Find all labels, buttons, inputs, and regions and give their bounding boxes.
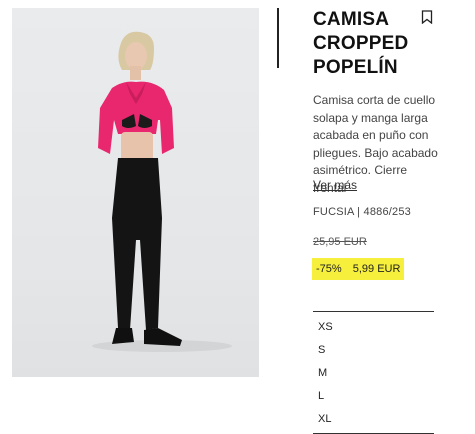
product-title: CAMISA CROPPED POPELÍN <box>313 9 409 78</box>
old-price: 25,95 EUR <box>313 236 367 248</box>
sale-price-badge: -75% 5,99 EUR <box>312 258 405 280</box>
discount-label: -75% <box>316 263 342 275</box>
vertical-divider <box>277 8 279 68</box>
bookmark-icon[interactable] <box>421 10 433 25</box>
current-price: 5,99 EUR <box>352 263 401 275</box>
color-reference: FUCSIA | 4886/253 <box>313 206 411 218</box>
size-selector: XS S M L XL <box>313 311 434 434</box>
size-option[interactable]: XS <box>313 316 434 339</box>
size-option[interactable]: L <box>313 385 434 408</box>
product-image[interactable] <box>12 8 259 377</box>
model-photo <box>92 31 232 352</box>
see-more-link[interactable]: Ver más <box>313 178 357 192</box>
size-option[interactable]: M <box>313 362 434 385</box>
size-option[interactable]: XL <box>313 408 434 431</box>
size-option[interactable]: S <box>313 339 434 362</box>
